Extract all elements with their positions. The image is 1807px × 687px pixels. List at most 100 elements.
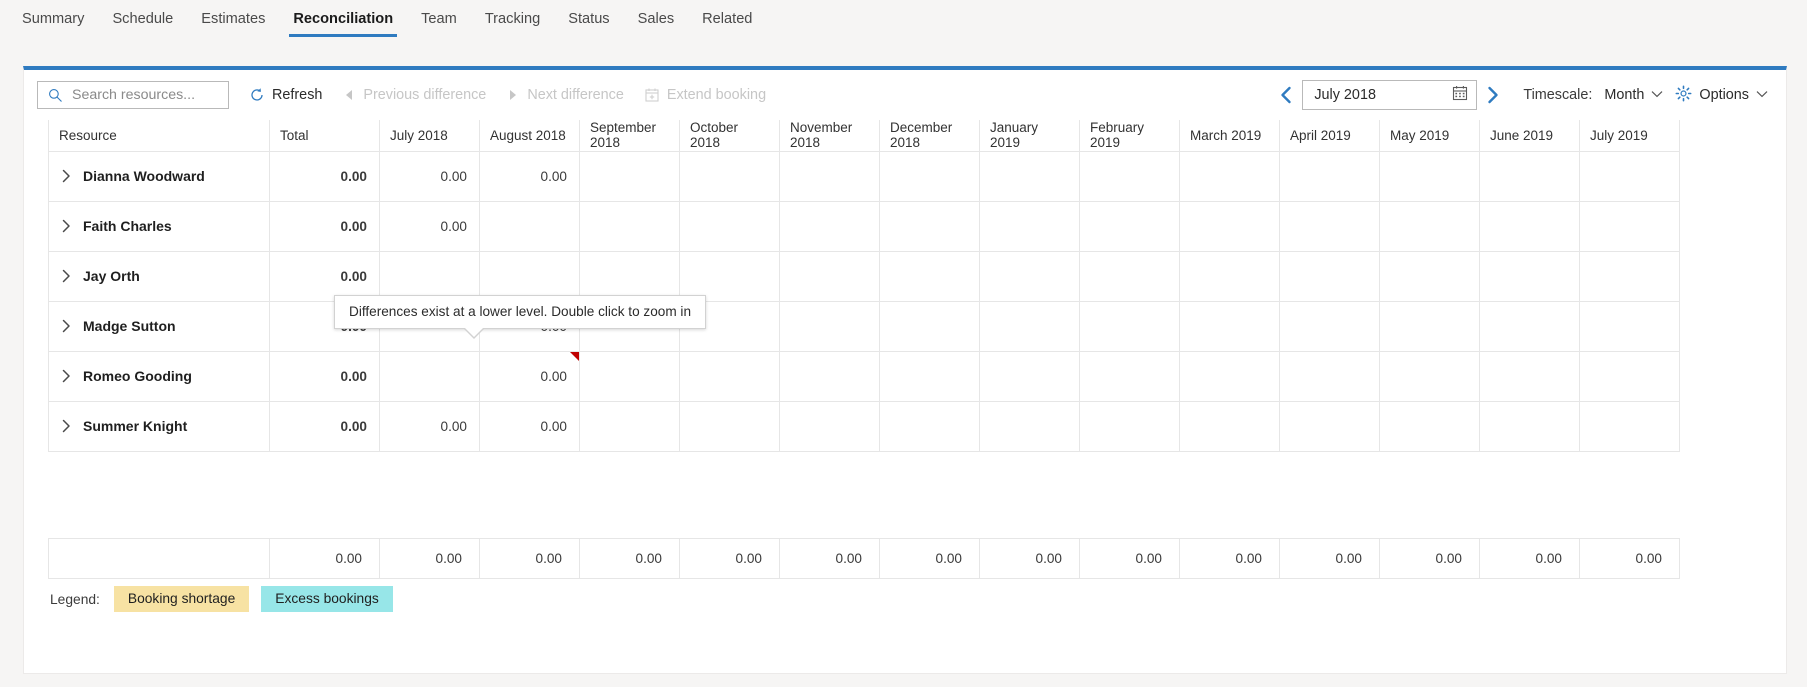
column-header-month[interactable]: July 2018 — [379, 120, 480, 152]
month-cell[interactable]: 0.00 — [379, 400, 480, 452]
total-cell[interactable]: 0.00 — [269, 150, 380, 202]
total-cell[interactable]: 0.00 — [269, 250, 380, 302]
month-cell[interactable] — [579, 200, 680, 252]
month-cell[interactable] — [679, 150, 780, 202]
month-cell[interactable] — [979, 200, 1080, 252]
month-cell[interactable] — [779, 350, 880, 402]
month-cell[interactable] — [1479, 350, 1580, 402]
month-cell[interactable] — [1579, 350, 1680, 402]
tab-reconciliation[interactable]: Reconciliation — [279, 0, 407, 37]
month-cell[interactable]: 0.00 — [379, 150, 480, 202]
month-cell[interactable] — [579, 400, 680, 452]
column-header-month[interactable]: May 2019 — [1379, 120, 1480, 152]
month-cell[interactable] — [1379, 250, 1480, 302]
month-cell[interactable] — [1479, 200, 1580, 252]
resource-cell[interactable]: Faith Charles — [48, 200, 270, 252]
column-header-month[interactable]: August 2018 — [479, 120, 580, 152]
chevron-right-icon[interactable] — [61, 419, 72, 433]
month-cell[interactable] — [879, 150, 980, 202]
month-cell[interactable] — [1279, 150, 1380, 202]
tab-related[interactable]: Related — [688, 0, 766, 37]
resource-cell[interactable]: Madge Sutton — [48, 300, 270, 352]
chevron-right-icon[interactable] — [61, 219, 72, 233]
month-cell[interactable] — [1579, 250, 1680, 302]
month-cell[interactable] — [879, 250, 980, 302]
chevron-right-icon[interactable] — [61, 269, 72, 283]
month-cell[interactable] — [979, 150, 1080, 202]
column-header-month[interactable]: October 2018 — [679, 120, 780, 152]
month-cell[interactable] — [1179, 300, 1280, 352]
column-header-month[interactable]: December 2018 — [879, 120, 980, 152]
month-cell[interactable] — [1479, 150, 1580, 202]
tab-status[interactable]: Status — [554, 0, 623, 37]
tab-estimates[interactable]: Estimates — [187, 0, 279, 37]
column-header-month[interactable]: February 2019 — [1079, 120, 1180, 152]
month-cell[interactable] — [879, 350, 980, 402]
column-header-month[interactable]: June 2019 — [1479, 120, 1580, 152]
month-cell[interactable] — [779, 200, 880, 252]
month-cell[interactable] — [1279, 200, 1380, 252]
table-row[interactable]: Jay Orth 0.00 — [48, 250, 1680, 302]
month-cell[interactable] — [879, 200, 980, 252]
table-row[interactable]: Faith Charles 0.00 0.00 — [48, 200, 1680, 252]
month-cell[interactable] — [579, 250, 680, 302]
month-cell[interactable] — [1079, 150, 1180, 202]
column-header-month[interactable]: January 2019 — [979, 120, 1080, 152]
table-row[interactable]: Dianna Woodward 0.00 0.00 0.00 — [48, 150, 1680, 202]
month-cell[interactable]: 0.00 — [479, 400, 580, 452]
tab-schedule[interactable]: Schedule — [98, 0, 187, 37]
month-cell[interactable] — [879, 300, 980, 352]
month-cell[interactable] — [779, 250, 880, 302]
table-row[interactable]: Romeo Gooding 0.00 0.00 — [48, 350, 1680, 402]
month-cell[interactable] — [1379, 200, 1480, 252]
column-header-month[interactable]: March 2019 — [1179, 120, 1280, 152]
month-cell[interactable] — [979, 250, 1080, 302]
month-cell[interactable] — [1179, 250, 1280, 302]
month-cell[interactable] — [479, 200, 580, 252]
chevron-right-icon[interactable] — [61, 319, 72, 333]
column-header-month[interactable]: September 2018 — [579, 120, 680, 152]
month-cell[interactable] — [679, 200, 780, 252]
month-cell[interactable] — [1479, 300, 1580, 352]
month-cell[interactable] — [1079, 200, 1180, 252]
next-difference-button[interactable]: Next difference — [506, 87, 624, 103]
month-cell[interactable] — [579, 150, 680, 202]
tab-summary[interactable]: Summary — [8, 0, 98, 37]
tab-tracking[interactable]: Tracking — [471, 0, 554, 37]
month-cell[interactable] — [1079, 350, 1180, 402]
month-cell[interactable] — [1179, 200, 1280, 252]
month-cell[interactable] — [679, 250, 780, 302]
month-cell[interactable] — [779, 400, 880, 452]
month-cell[interactable] — [1079, 400, 1180, 452]
month-cell[interactable] — [1579, 200, 1680, 252]
timescale-dropdown[interactable]: Month — [1604, 87, 1663, 103]
month-cell[interactable]: 0.00 — [479, 150, 580, 202]
chevron-right-icon[interactable] — [61, 169, 72, 183]
column-header-month[interactable]: April 2019 — [1279, 120, 1380, 152]
search-resources-box[interactable] — [37, 81, 229, 109]
month-cell[interactable] — [979, 400, 1080, 452]
month-cell[interactable]: 0.00 — [379, 200, 480, 252]
next-period-button[interactable] — [1477, 86, 1509, 104]
total-cell[interactable]: 0.00 — [269, 400, 380, 452]
options-dropdown[interactable]: Options — [1675, 85, 1768, 106]
column-header-total[interactable]: Total — [269, 120, 380, 152]
month-cell[interactable] — [1379, 150, 1480, 202]
table-row[interactable]: Summer Knight 0.00 0.00 0.00 — [48, 400, 1680, 452]
total-cell[interactable]: 0.00 — [269, 200, 380, 252]
previous-period-button[interactable] — [1270, 86, 1302, 104]
month-cell[interactable] — [1279, 300, 1380, 352]
month-cell[interactable] — [1079, 300, 1180, 352]
table-row[interactable]: Madge Sutton0.000.00 — [48, 300, 1680, 352]
column-header-resource[interactable]: Resource — [48, 120, 270, 152]
extend-booking-button[interactable]: Extend booking — [644, 87, 766, 103]
tab-sales[interactable]: Sales — [624, 0, 689, 37]
month-cell[interactable] — [1379, 350, 1480, 402]
month-cell[interactable] — [579, 350, 680, 402]
month-cell[interactable] — [1579, 150, 1680, 202]
previous-difference-button[interactable]: Previous difference — [342, 87, 486, 103]
month-cell[interactable] — [679, 400, 780, 452]
resource-cell[interactable]: Jay Orth — [48, 250, 270, 302]
resource-cell[interactable]: Romeo Gooding — [48, 350, 270, 402]
period-picker[interactable]: July 2018 — [1302, 80, 1478, 110]
